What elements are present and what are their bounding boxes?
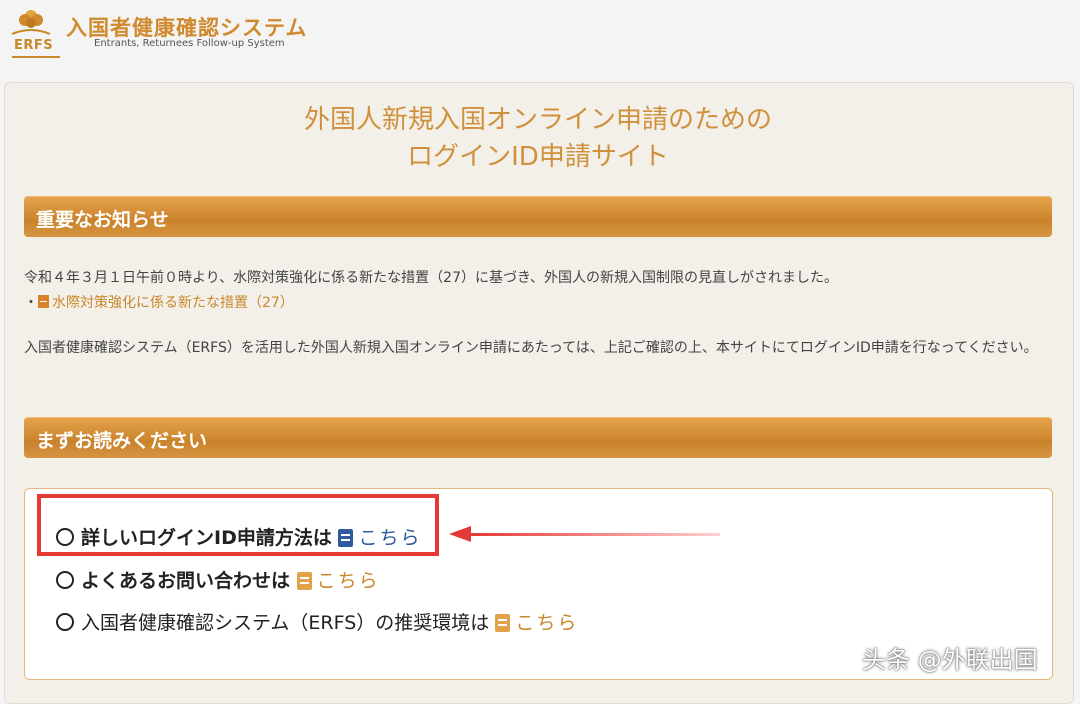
list-item-faq: よくあるお問い合わせは こちら: [56, 566, 380, 593]
logo-text: ERFS: [14, 38, 54, 53]
app-header: ERFS 入国者健康確認システム Entrants, Returnees Fol…: [0, 0, 1080, 78]
page-title: 外国人新規入国オンライン申請のための ログインID申請サイト: [0, 102, 1076, 176]
watermark: 头条 @外联出国: [862, 646, 1038, 674]
read-first-bar: まずお読みください: [24, 417, 1052, 458]
circle-bullet-icon: [56, 613, 74, 631]
notice-text: 令和４年３月１日午前０時より、水際対策強化に係る新たな措置（27）に基づき、外国…: [24, 270, 838, 286]
erfs-logo[interactable]: ERFS: [6, 6, 60, 58]
environment-link[interactable]: こちら: [515, 612, 578, 634]
flower-emblem-icon: [11, 10, 51, 35]
item-text: 入国者健康確認システム（ERFS）の推奨環境は: [81, 612, 490, 634]
item-text: よくあるお問い合わせは: [81, 570, 291, 592]
annotation-arrow-shaft: [470, 533, 720, 536]
highlight-box: [37, 494, 439, 556]
faq-link[interactable]: こちら: [317, 570, 380, 592]
circle-bullet-icon: [56, 571, 74, 589]
instruction-paragraph: 入国者健康確認システム（ERFS）を活用した外国人新規入国オンライン申請にあたっ…: [24, 340, 1038, 356]
bullet: ・: [24, 295, 38, 311]
important-notice-heading: 重要なお知らせ: [36, 209, 169, 231]
system-subtitle: Entrants, Returnees Follow-up System: [94, 38, 285, 49]
read-first-heading: まずお読みください: [36, 430, 208, 452]
page-title-line1: 外国人新規入国オンライン申請のための: [303, 105, 772, 135]
pdf-icon: [38, 295, 49, 308]
notice-link-row: ・水際対策強化に係る新たな措置（27）: [24, 291, 1054, 316]
important-notice-bar: 重要なお知らせ: [24, 196, 1052, 237]
logo-underline: [12, 56, 60, 58]
measures-27-link[interactable]: 水際対策強化に係る新たな措置（27）: [52, 295, 294, 311]
document-icon: [296, 572, 312, 590]
page-title-line2: ログインID申請サイト: [407, 142, 669, 172]
annotation-arrow-icon: [449, 526, 471, 542]
document-icon: [495, 614, 511, 632]
list-item-environment: 入国者健康確認システム（ERFS）の推奨環境は こちら: [56, 608, 578, 635]
notice-paragraph: 令和４年３月１日午前０時より、水際対策強化に係る新たな措置（27）に基づき、外国…: [24, 266, 1054, 316]
